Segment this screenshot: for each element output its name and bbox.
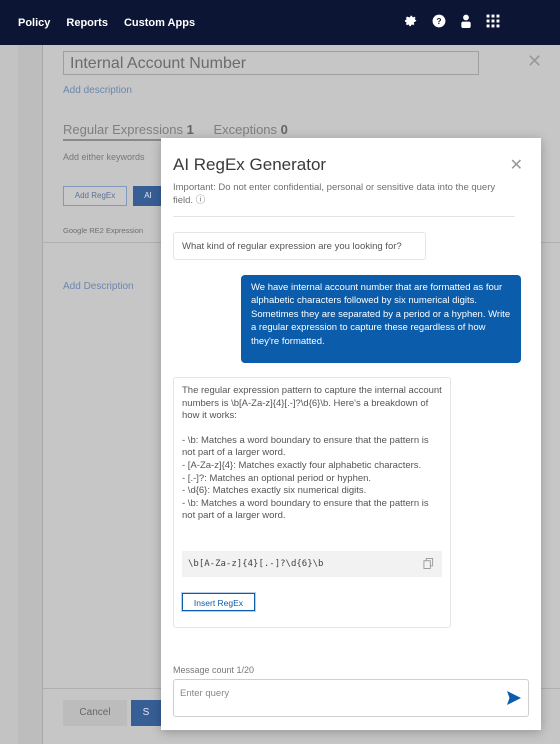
answer-point: - [.-]?: Matches an optional period or h… xyxy=(182,472,372,484)
query-input[interactable] xyxy=(180,686,480,700)
privacy-note: Important: Do not enter confidential, pe… xyxy=(173,181,508,207)
answer-point: - [A-Za-z]{4}: Matches exactly four alph… xyxy=(182,459,422,471)
identifier-tabs: Regular Expressions 1 Exceptions 0 xyxy=(63,122,288,141)
assistant-question-bubble: What kind of regular expression are you … xyxy=(173,232,426,260)
nav-item-reports[interactable]: Reports xyxy=(66,17,108,29)
query-box xyxy=(173,679,529,717)
identifier-name-input[interactable]: Internal Account Number xyxy=(63,51,479,75)
user-icon[interactable] xyxy=(460,14,472,32)
tab-exceptions-count: 0 xyxy=(280,122,288,137)
answer-point: - \b: Matches a word boundary to ensure … xyxy=(182,497,429,522)
answer-intro: The regular expression pattern to captur… xyxy=(182,385,442,422)
info-icon[interactable]: ⓘ xyxy=(196,195,206,206)
privacy-note-text: Important: Do not enter confidential, pe… xyxy=(173,182,496,206)
copy-icon[interactable] xyxy=(423,558,434,569)
tab-exceptions[interactable]: Exceptions 0 xyxy=(213,122,287,137)
user-message-bubble: We have internal account number that are… xyxy=(241,275,521,363)
close-icon[interactable]: ✕ xyxy=(510,155,523,175)
tab-exceptions-label: Exceptions xyxy=(213,122,278,137)
message-count: Message count 1/20 xyxy=(173,665,255,675)
cancel-button[interactable]: Cancel xyxy=(63,700,127,726)
tab-regex-label: Regular Expressions xyxy=(63,122,183,137)
nav-item-policy[interactable]: Policy xyxy=(18,17,50,29)
svg-text:?: ? xyxy=(437,17,442,26)
gear-icon[interactable] xyxy=(404,14,418,32)
helper-text: Add either keywords xyxy=(63,152,145,162)
help-icon[interactable]: ? xyxy=(432,14,446,32)
regex-code: \b[A-Za-z]{4}[.-]?\d{6}\b xyxy=(188,559,324,569)
tab-regex-count: 1 xyxy=(186,122,194,137)
modal-title: AI RegEx Generator xyxy=(173,155,327,174)
regex-column-header: Google RE2 Expression xyxy=(63,226,144,235)
add-description-link-2[interactable]: Add Description xyxy=(63,281,134,292)
nav-item-custom-apps[interactable]: Custom Apps xyxy=(124,17,195,29)
answer-point: - \b: Matches a word boundary to ensure … xyxy=(182,434,429,459)
add-regex-button[interactable]: Add RegEx xyxy=(63,186,127,206)
modal-separator xyxy=(173,216,515,217)
panel-close-icon[interactable]: ✕ xyxy=(527,51,542,72)
top-navigation-bar: Policy Reports Custom Apps ? xyxy=(0,0,560,45)
save-button[interactable]: S xyxy=(131,700,161,726)
chat-thread[interactable]: What kind of regular expression are you … xyxy=(161,218,541,663)
send-icon[interactable] xyxy=(506,690,522,706)
background-left-strip xyxy=(0,45,18,744)
ai-regex-button[interactable]: AI xyxy=(133,186,163,206)
insert-regex-button[interactable]: Insert RegEx xyxy=(182,593,255,611)
app-grid-icon[interactable] xyxy=(486,14,500,32)
nav-icon-group: ? xyxy=(404,14,500,32)
answer-point: - \d{6}: Matches exactly six numerical d… xyxy=(182,485,367,497)
add-description-link[interactable]: Add description xyxy=(63,85,132,96)
regex-code-block: \b[A-Za-z]{4}[.-]?\d{6}\b xyxy=(182,551,442,577)
assistant-answer-bubble: The regular expression pattern to captur… xyxy=(173,377,451,628)
ai-regex-generator-modal: AI RegEx Generator ✕ Important: Do not e… xyxy=(161,138,541,730)
